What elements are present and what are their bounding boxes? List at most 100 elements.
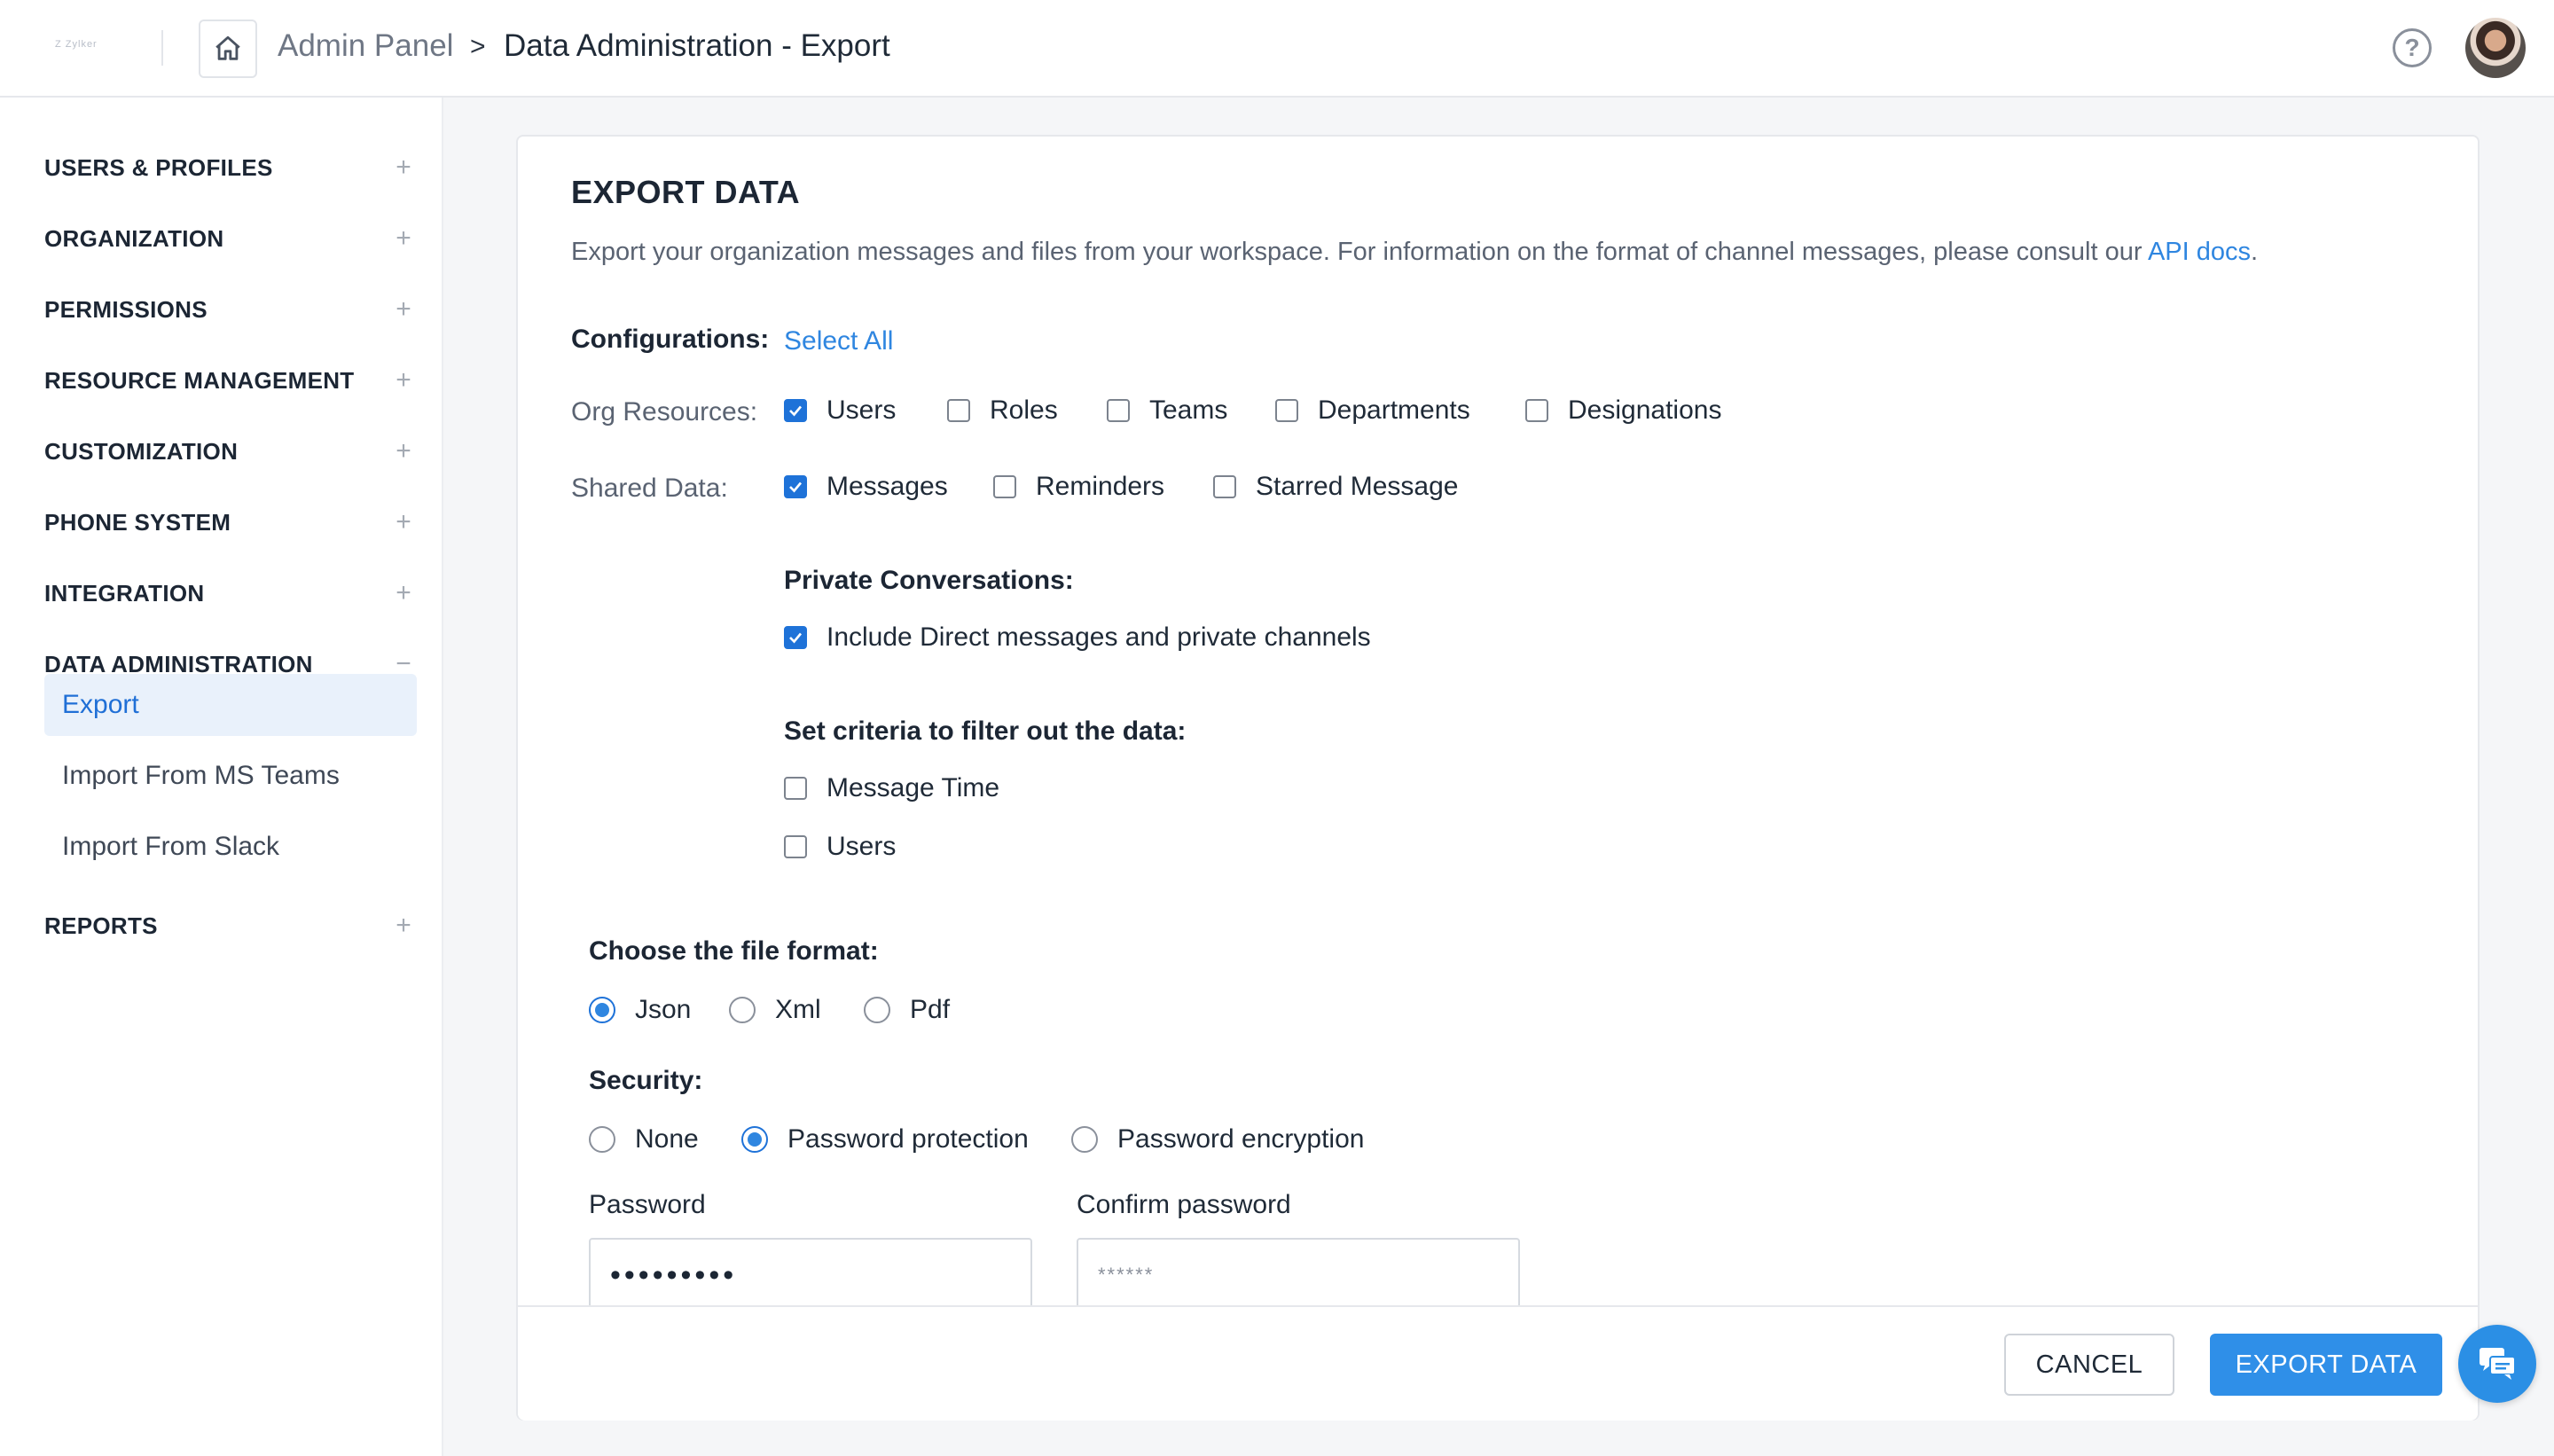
expand-icon[interactable]: + — [390, 911, 417, 941]
sidebar-item-import-slack[interactable]: Import From Slack — [44, 816, 417, 878]
checkbox-unchecked-icon[interactable] — [784, 835, 807, 858]
checkbox-reminders[interactable]: Reminders — [993, 472, 1164, 502]
api-docs-link[interactable]: API docs — [2148, 238, 2251, 266]
app-logo[interactable]: Z Zylker — [55, 39, 98, 50]
expand-icon[interactable]: + — [390, 436, 417, 466]
page-description: Export your organization messages and fi… — [571, 238, 2258, 267]
checkbox-label: Roles — [990, 395, 1058, 425]
chat-support-button[interactable] — [2458, 1325, 2536, 1403]
checkbox-unchecked-icon[interactable] — [1525, 399, 1548, 422]
checkbox-unchecked-icon[interactable] — [1275, 399, 1298, 422]
checkbox-unchecked-icon[interactable] — [947, 399, 970, 422]
checkbox-checked-icon[interactable] — [784, 626, 807, 649]
help-icon[interactable]: ? — [2393, 28, 2432, 67]
user-avatar[interactable] — [2465, 18, 2526, 78]
sidebar-item-export[interactable]: Export — [44, 674, 417, 736]
checkbox-unchecked-icon[interactable] — [784, 777, 807, 800]
checkbox-checked-icon[interactable] — [784, 399, 807, 422]
checkbox-roles[interactable]: Roles — [947, 395, 1058, 426]
radio-label: Pdf — [910, 995, 951, 1024]
export-data-card: EXPORT DATA Export your organization mes… — [516, 135, 2480, 1421]
radio-unselected-icon[interactable] — [589, 1126, 615, 1153]
home-icon — [215, 35, 240, 60]
header-divider — [161, 30, 163, 66]
radio-unselected-icon[interactable] — [1071, 1126, 1098, 1153]
breadcrumb-separator: > — [470, 32, 486, 61]
expand-icon[interactable]: + — [390, 507, 417, 537]
cancel-button[interactable]: CANCEL — [2004, 1334, 2174, 1396]
checkbox-label: Message Time — [827, 773, 1000, 802]
breadcrumb-admin-panel[interactable]: Admin Panel — [278, 28, 453, 64]
checkbox-unchecked-icon[interactable] — [1213, 475, 1236, 498]
checkbox-filter-users[interactable]: Users — [784, 832, 896, 862]
confirm-password-label: Confirm password — [1077, 1190, 1291, 1219]
chat-icon — [2480, 1348, 2516, 1380]
radio-json[interactable]: Json — [589, 995, 691, 1025]
radio-selected-icon[interactable] — [741, 1126, 768, 1153]
sidebar-section-resource-management[interactable]: RESOURCE MANAGEMENT + — [44, 358, 417, 403]
radio-security-none[interactable]: None — [589, 1124, 699, 1155]
sidebar-section-users-profiles[interactable]: USERS & PROFILES + — [44, 145, 417, 190]
sidebar-section-label: REPORTS — [44, 912, 158, 939]
expand-icon[interactable]: + — [390, 153, 417, 183]
expand-icon[interactable]: + — [390, 578, 417, 608]
sidebar-section-reports[interactable]: REPORTS + — [44, 904, 417, 948]
sidebar: USERS & PROFILES + ORGANIZATION + PERMIS… — [0, 98, 443, 1456]
checkbox-designations[interactable]: Designations — [1525, 395, 1721, 426]
sidebar-section-customization[interactable]: CUSTOMIZATION + — [44, 429, 417, 474]
password-field[interactable]: ••••••••• — [589, 1238, 1032, 1312]
home-button[interactable] — [199, 20, 257, 78]
filter-criteria-heading: Set criteria to filter out the data: — [784, 716, 1187, 746]
expand-icon[interactable]: + — [390, 223, 417, 254]
radio-label: Password protection — [787, 1124, 1029, 1154]
checkbox-label: Reminders — [1036, 472, 1165, 501]
page-title: EXPORT DATA — [571, 174, 801, 210]
file-format-heading: Choose the file format: — [589, 936, 879, 966]
sidebar-item-import-ms-teams[interactable]: Import From MS Teams — [44, 745, 417, 807]
checkbox-label: Designations — [1568, 395, 1722, 425]
configurations-label: Configurations: — [571, 325, 770, 354]
top-bar: Z Zylker Admin Panel > Data Administrati… — [0, 0, 2554, 98]
checkbox-users[interactable]: Users — [784, 395, 896, 426]
checkbox-teams[interactable]: Teams — [1107, 395, 1227, 426]
sidebar-section-organization[interactable]: ORGANIZATION + — [44, 216, 417, 261]
checkbox-departments[interactable]: Departments — [1275, 395, 1470, 426]
password-label: Password — [589, 1190, 706, 1219]
checkbox-starred-message[interactable]: Starred Message — [1213, 472, 1458, 502]
checkbox-include-direct-messages[interactable]: Include Direct messages and private chan… — [784, 622, 1371, 653]
sidebar-section-integration[interactable]: INTEGRATION + — [44, 571, 417, 615]
sidebar-section-label: PHONE SYSTEM — [44, 508, 231, 536]
shared-data-label: Shared Data: — [571, 474, 728, 503]
sidebar-section-label: USERS & PROFILES — [44, 153, 273, 181]
sidebar-section-label: INTEGRATION — [44, 579, 205, 607]
radio-unselected-icon[interactable] — [729, 997, 756, 1023]
radio-pdf[interactable]: Pdf — [864, 995, 950, 1025]
checkbox-unchecked-icon[interactable] — [1107, 399, 1130, 422]
radio-password-encryption[interactable]: Password encryption — [1071, 1124, 1364, 1155]
checkbox-label: Departments — [1318, 395, 1470, 425]
sidebar-section-label: RESOURCE MANAGEMENT — [44, 366, 355, 394]
breadcrumb-current-page: Data Administration - Export — [504, 28, 890, 63]
radio-xml[interactable]: Xml — [729, 995, 821, 1025]
expand-icon[interactable]: + — [390, 294, 417, 325]
radio-selected-icon[interactable] — [589, 997, 615, 1023]
expand-icon[interactable]: + — [390, 365, 417, 395]
sidebar-section-phone-system[interactable]: PHONE SYSTEM + — [44, 500, 417, 544]
checkbox-messages[interactable]: Messages — [784, 472, 948, 502]
checkbox-unchecked-icon[interactable] — [993, 475, 1016, 498]
radio-password-protection[interactable]: Password protection — [741, 1124, 1029, 1155]
org-resources-label: Org Resources: — [571, 397, 758, 427]
select-all-link[interactable]: Select All — [784, 326, 893, 356]
export-data-button[interactable]: EXPORT DATA — [2210, 1334, 2442, 1396]
checkbox-message-time[interactable]: Message Time — [784, 773, 999, 803]
security-heading: Security: — [589, 1066, 703, 1095]
checkbox-checked-icon[interactable] — [784, 475, 807, 498]
description-end: . — [2251, 238, 2259, 266]
radio-label: Json — [635, 995, 692, 1024]
sidebar-section-label: ORGANIZATION — [44, 224, 224, 252]
sidebar-section-label: PERMISSIONS — [44, 295, 208, 323]
confirm-password-field[interactable]: ****** — [1077, 1238, 1520, 1312]
radio-unselected-icon[interactable] — [864, 997, 890, 1023]
sidebar-section-label: CUSTOMIZATION — [44, 437, 239, 465]
sidebar-section-permissions[interactable]: PERMISSIONS + — [44, 287, 417, 332]
